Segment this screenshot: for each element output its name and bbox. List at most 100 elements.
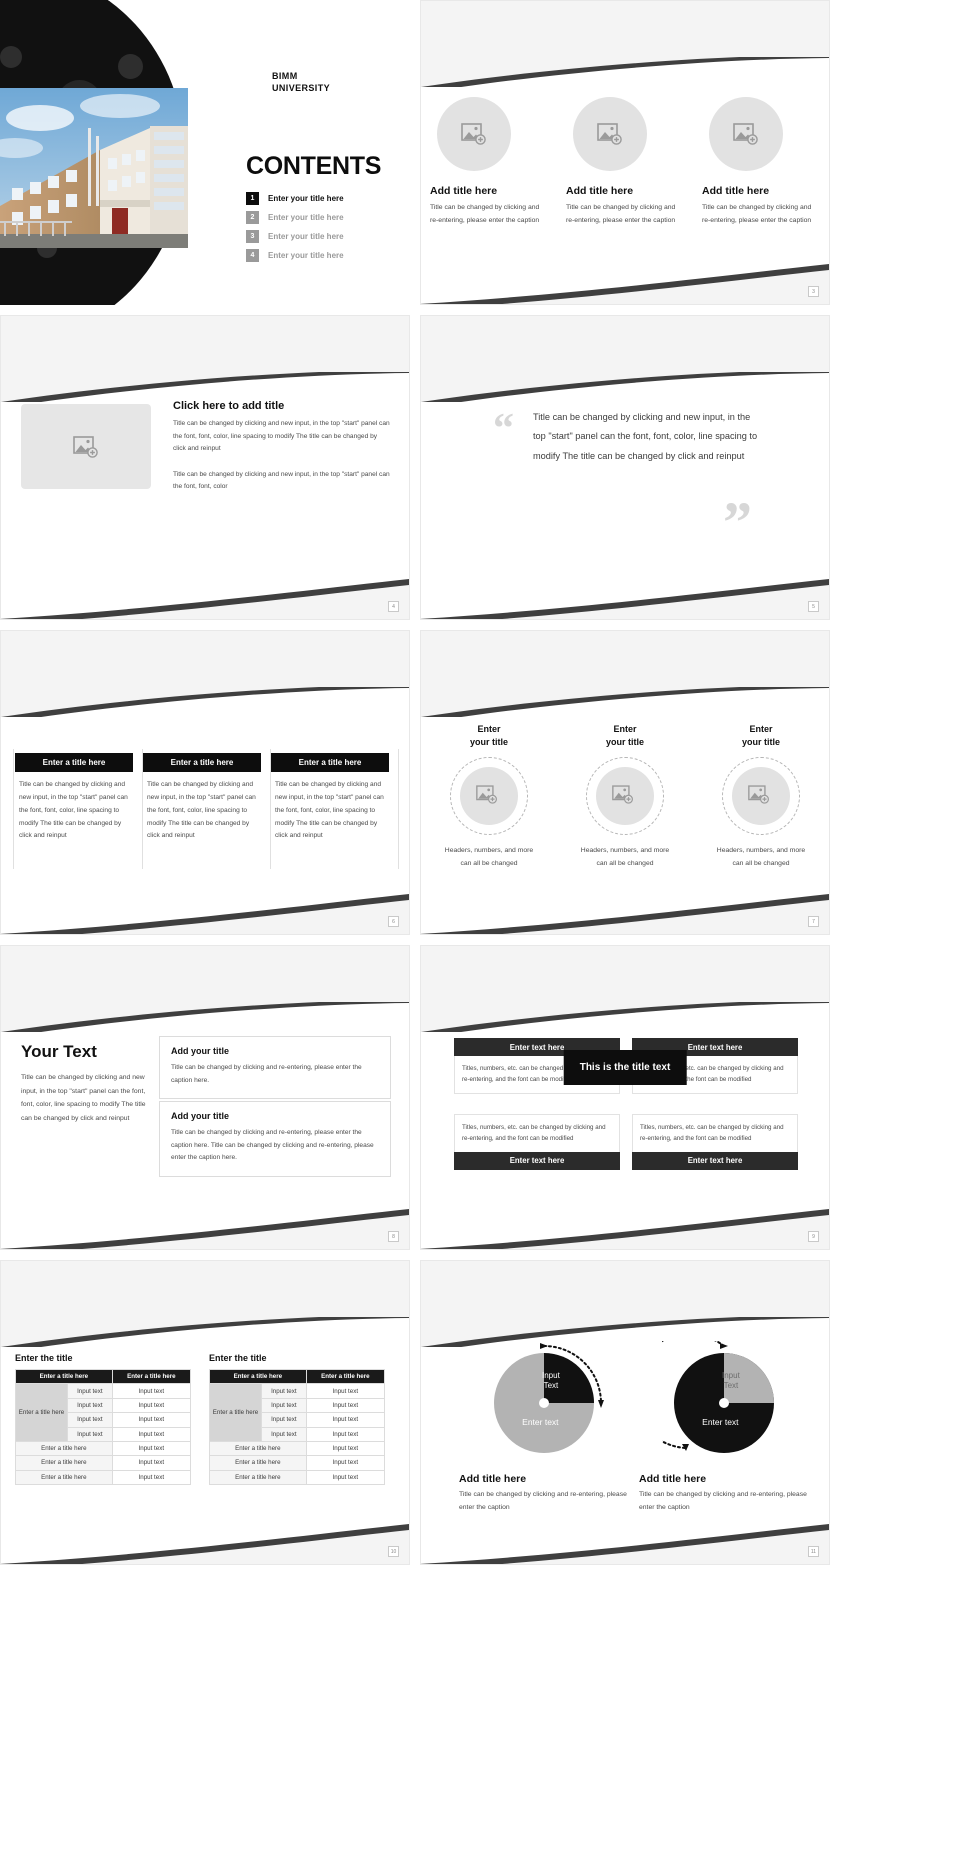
column-card[interactable]: Enter your title Headers, numbers, and m…	[433, 723, 545, 871]
cell[interactable]: Input text	[305, 1383, 386, 1399]
column-card[interactable]: Enter your title Headers, numbers, and m…	[569, 723, 681, 871]
slide-three-header-cards[interactable]: Please enter a title here BIMM UNIVERSIT…	[0, 630, 410, 935]
cell[interactable]: Input text	[111, 1469, 192, 1486]
slide-header	[1, 946, 409, 1002]
table-row[interactable]: Enter a title here Input text	[15, 1440, 192, 1457]
data-table[interactable]: Enter a title here Enter a title here En…	[209, 1368, 386, 1486]
info-box-title: Add your title	[171, 1046, 229, 1056]
cell[interactable]: Enter a title here	[209, 1440, 307, 1457]
cell[interactable]: Enter a title here	[15, 1440, 113, 1457]
quote-open-icon: “	[493, 406, 514, 452]
table-block[interactable]: Enter the title Enter a title here Enter…	[209, 1353, 386, 1486]
cell[interactable]: Input text	[111, 1455, 192, 1471]
cell[interactable]: Input text	[261, 1397, 307, 1414]
cell[interactable]: Enter a title here	[15, 1469, 113, 1486]
slide-four-quadrant[interactable]: Please enter a title here BIMM UNIVERSIT…	[420, 945, 830, 1250]
card[interactable]: Enter a title here Title can be changed …	[271, 753, 389, 843]
slide-cover-contents[interactable]: BIMM UNIVERSITY CONTENTS 1 Enter your ti…	[0, 0, 410, 305]
slide-image-and-text[interactable]: Please enter a title here BIMM UNIVERSIT…	[0, 315, 410, 620]
footer-sweep-decoration	[421, 575, 829, 619]
slide-quote[interactable]: Please enter a title here BIMM UNIVERSIT…	[420, 315, 830, 620]
pie-chart-block-1[interactable]: Input Text Enter text Add title here Tit…	[459, 1341, 629, 1515]
image-circle-row: Add title here Title can be changed by c…	[421, 97, 829, 227]
table-row[interactable]: Enter a title here Input text	[209, 1469, 386, 1486]
page-number: 10	[388, 1546, 399, 1557]
slide-pie-charts[interactable]: Please enter a title here BIMM UNIVERSIT…	[420, 1260, 830, 1565]
list-item[interactable]: 2 Enter your title here	[246, 211, 396, 224]
table-row[interactable]: Enter a title here Input text	[209, 1440, 386, 1457]
column-header: Enter a title here	[209, 1368, 307, 1385]
table-row[interactable]: Enter a title here Input text	[15, 1455, 192, 1471]
table-block[interactable]: Enter the title Enter a title here Enter…	[15, 1353, 192, 1486]
card-row: Enter a title here Title can be changed …	[15, 753, 389, 843]
cell[interactable]: Enter a title here	[209, 1469, 307, 1486]
card-body: Title can be changed by clicking and re-…	[430, 204, 540, 224]
column-card[interactable]: Add title here Title can be changed by c…	[566, 97, 684, 227]
toc-number-badge: 2	[246, 211, 259, 224]
column-card[interactable]: Add title here Title can be changed by c…	[702, 97, 820, 227]
cell[interactable]: Enter a title here	[15, 1455, 113, 1471]
slide-your-text[interactable]: Please enter a title here BIMM UNIVERSIT…	[0, 945, 410, 1250]
cell[interactable]: Input text	[111, 1426, 192, 1442]
cell[interactable]: Input text	[67, 1397, 113, 1414]
column-card[interactable]: Enter your title Headers, numbers, and m…	[705, 723, 817, 871]
image-placeholder-circle[interactable]	[732, 767, 790, 826]
cell[interactable]: Input text	[261, 1383, 307, 1399]
divider	[398, 749, 399, 869]
image-placeholder-circle[interactable]	[596, 767, 654, 826]
cell[interactable]: Input text	[261, 1412, 307, 1428]
image-placeholder-circle[interactable]	[460, 767, 518, 826]
image-placeholder-circle[interactable]	[437, 97, 511, 171]
table-row[interactable]: Enter a title here Input text Input text	[15, 1383, 192, 1442]
list-item[interactable]: 1 Enter your title here	[246, 192, 396, 205]
cell[interactable]: Enter a title here	[209, 1455, 307, 1471]
list-item[interactable]: 3 Enter your title here	[246, 230, 396, 243]
card-title: Add title here	[566, 185, 634, 197]
cell[interactable]: Input text	[305, 1426, 386, 1442]
cell[interactable]: Input text	[111, 1397, 192, 1414]
page-number: 9	[808, 1231, 819, 1242]
data-table[interactable]: Enter a title here Enter a title here En…	[15, 1368, 192, 1486]
info-box[interactable]: Add your title Title can be changed by c…	[159, 1101, 391, 1177]
cell[interactable]: Input text	[305, 1397, 386, 1414]
chart-caption: Title can be changed by clicking and re-…	[639, 1491, 807, 1511]
slide-tables[interactable]: Please enter a title here BIMM UNIVERSIT…	[0, 1260, 410, 1565]
cell[interactable]: Input text	[261, 1426, 307, 1442]
slide-three-image-circles[interactable]: Please enter a title here BIMM UNIVERSIT…	[420, 0, 830, 305]
column-card[interactable]: Add title here Title can be changed by c…	[430, 97, 548, 227]
cell[interactable]: Input text	[111, 1412, 192, 1428]
image-placeholder-box[interactable]	[21, 404, 151, 489]
cell[interactable]: Input text	[67, 1383, 113, 1399]
quadrant-cell[interactable]: Titles, numbers, etc. can be changed by …	[454, 1113, 620, 1170]
image-placeholder-circle[interactable]	[573, 97, 647, 171]
toc-label: Enter your title here	[268, 251, 344, 260]
contents-list[interactable]: 1 Enter your title here 2 Enter your tit…	[246, 192, 396, 268]
quote-text: Title can be changed by clicking and new…	[533, 412, 758, 461]
info-box[interactable]: Add your title Title can be changed by c…	[159, 1036, 391, 1100]
slide-dashed-ring-columns[interactable]: Please enter a title here BIMM UNIVERSIT…	[420, 630, 830, 935]
cell[interactable]: Input text	[305, 1469, 386, 1486]
info-box-body: Title can be changed by clicking and re-…	[171, 1129, 374, 1162]
table-row[interactable]: Enter a title here Input text	[15, 1469, 192, 1486]
list-item[interactable]: 4 Enter your title here	[246, 249, 396, 262]
quadrant-cell[interactable]: Titles, numbers, etc. can be changed by …	[632, 1113, 798, 1170]
cell[interactable]: Input text	[305, 1455, 386, 1471]
cell[interactable]: Input text	[67, 1412, 113, 1428]
cell[interactable]: Input text	[305, 1440, 386, 1457]
add-image-icon	[476, 785, 502, 807]
cell[interactable]: Input text	[111, 1440, 192, 1457]
card[interactable]: Enter a title here Title can be changed …	[143, 753, 261, 843]
pie-chart-block-2[interactable]: Input Text Enter text Add title here Tit…	[631, 1333, 809, 1515]
slide-header	[421, 946, 829, 1002]
cell[interactable]: Input text	[111, 1383, 192, 1399]
card-body: Title can be changed by clicking and new…	[19, 781, 128, 840]
cell[interactable]: Input text	[67, 1426, 113, 1442]
cell[interactable]: Input text	[305, 1412, 386, 1428]
table-row[interactable]: Enter a title here Input text	[209, 1455, 386, 1471]
table-row[interactable]: Enter a title here Input text Input text	[209, 1383, 386, 1442]
card[interactable]: Enter a title here Title can be changed …	[15, 753, 133, 843]
image-placeholder-circle[interactable]	[709, 97, 783, 171]
table-caption: Enter the title	[15, 1353, 73, 1363]
slide-header	[1, 316, 409, 372]
toc-number-badge: 4	[246, 249, 259, 262]
